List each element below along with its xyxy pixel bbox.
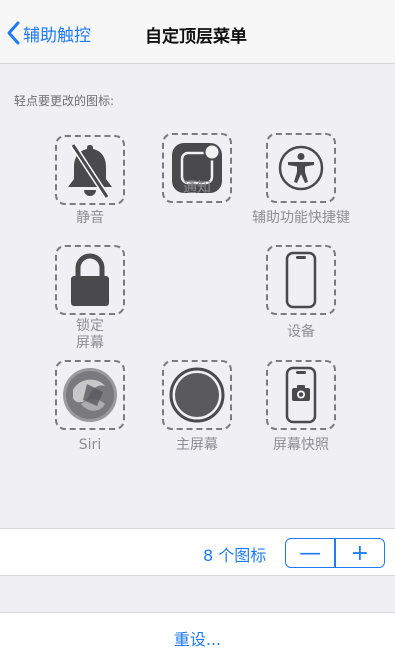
increment-button[interactable]: + xyxy=(336,539,384,567)
home-button-icon xyxy=(169,367,225,423)
chevron-left-icon xyxy=(7,21,20,45)
item-label: 静音 xyxy=(76,210,104,226)
reset-row: 重设... xyxy=(0,612,395,660)
navigation-bar: 辅助触控 自定顶层菜单 xyxy=(0,0,395,64)
item-label: 主屏幕 xyxy=(176,437,218,453)
instruction-text: 轻点要更改的图标: xyxy=(14,94,115,108)
back-button[interactable]: 辅助触控 xyxy=(6,20,91,46)
icon-slot[interactable] xyxy=(266,360,336,430)
back-button-label: 辅助触控 xyxy=(23,25,91,46)
decrement-button[interactable]: — xyxy=(286,539,334,567)
accessibility-icon xyxy=(278,145,324,191)
item-label: 辅助功能快捷键 xyxy=(252,210,350,226)
icon-slot[interactable] xyxy=(266,133,336,203)
icon-slot[interactable] xyxy=(55,360,125,430)
icon-slot[interactable] xyxy=(55,245,125,315)
icon-count-row: 8 个图标 — + xyxy=(0,528,395,576)
icon-slot[interactable] xyxy=(55,135,125,205)
item-label: 设备 xyxy=(287,324,315,340)
mute-bell-icon xyxy=(68,143,112,199)
page-title: 自定顶层菜单 xyxy=(145,27,247,47)
icon-slot[interactable] xyxy=(266,245,336,315)
phone-device-icon xyxy=(285,251,317,309)
item-label: 通知 xyxy=(183,180,211,196)
reset-button[interactable]: 重设... xyxy=(0,626,395,650)
icon-count-stepper[interactable]: — + xyxy=(285,538,385,568)
siri-icon xyxy=(63,368,117,422)
lock-icon xyxy=(71,253,109,306)
screenshot-icon xyxy=(285,366,317,424)
icon-slot[interactable] xyxy=(162,360,232,430)
item-label: Siri xyxy=(78,437,102,453)
item-label: 锁定 屏幕 xyxy=(76,318,104,351)
icon-count-label: 8 个图标 xyxy=(203,546,267,565)
item-label: 屏幕快照 xyxy=(273,437,329,453)
